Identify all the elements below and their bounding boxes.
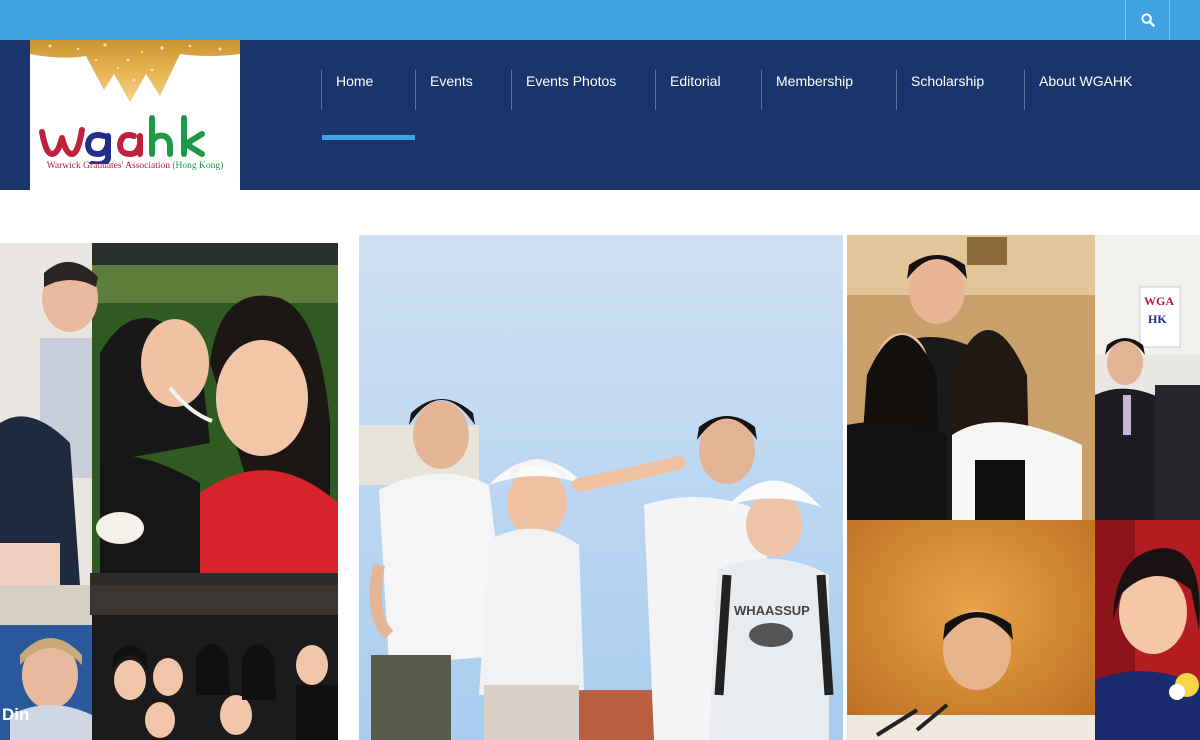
logo-subtitle-main: Warwick Graduates' Association: [46, 161, 171, 171]
photo-hiking-group: WHAASSUP: [359, 235, 843, 740]
main-nav: Home Events Events Photos Editorial Memb…: [321, 70, 1154, 140]
nav-item-membership[interactable]: Membership: [761, 70, 896, 110]
top-bar: [0, 0, 1200, 40]
nav-item-events-photos[interactable]: Events Photos: [511, 70, 655, 110]
logo-subtitle: Warwick Graduates' Association (Hong Kon…: [30, 161, 240, 171]
search-button[interactable]: [1125, 0, 1170, 40]
nav-label: Events: [430, 73, 473, 89]
photo-wgahk-sign: WGA HK: [1095, 235, 1200, 520]
sparkle-banner-graphic: [30, 40, 240, 102]
nav-item-events[interactable]: Events: [415, 70, 511, 110]
dinner-banner-text: Din: [2, 705, 29, 724]
nav-label: Events Photos: [526, 73, 617, 89]
nav-item-editorial[interactable]: Editorial: [655, 70, 761, 110]
photo-friends-eating: [0, 243, 338, 585]
shirt-text: WHAASSUP: [734, 603, 810, 618]
sign-text-bottom: HK: [1148, 312, 1167, 326]
logo-wordmark: [39, 115, 205, 164]
photo-formal-friends: [847, 235, 1095, 520]
logo-subtitle-hk: (Hong Kong): [172, 161, 224, 171]
search-icon: [1140, 13, 1155, 27]
nav-label: Home: [336, 73, 374, 89]
nav-label: About WGAHK: [1039, 73, 1133, 89]
photo-speaker: [847, 520, 1095, 740]
nav-label: Membership: [776, 73, 854, 89]
photo-smiling-lady: [1095, 520, 1200, 740]
sign-text-top: WGA: [1144, 294, 1174, 308]
nav-item-home[interactable]: Home: [321, 70, 415, 140]
nav-label: Editorial: [670, 73, 721, 89]
nav-item-about[interactable]: About WGAHK: [1024, 70, 1154, 110]
hero-photo-collage: Din WHAASSUP WGA HK: [0, 235, 1200, 740]
nav-item-scholarship[interactable]: Scholarship: [896, 70, 1024, 110]
site-logo[interactable]: Warwick Graduates' Association (Hong Kon…: [30, 40, 240, 190]
photo-dinner-group: Din: [0, 585, 338, 740]
nav-label: Scholarship: [911, 73, 985, 89]
